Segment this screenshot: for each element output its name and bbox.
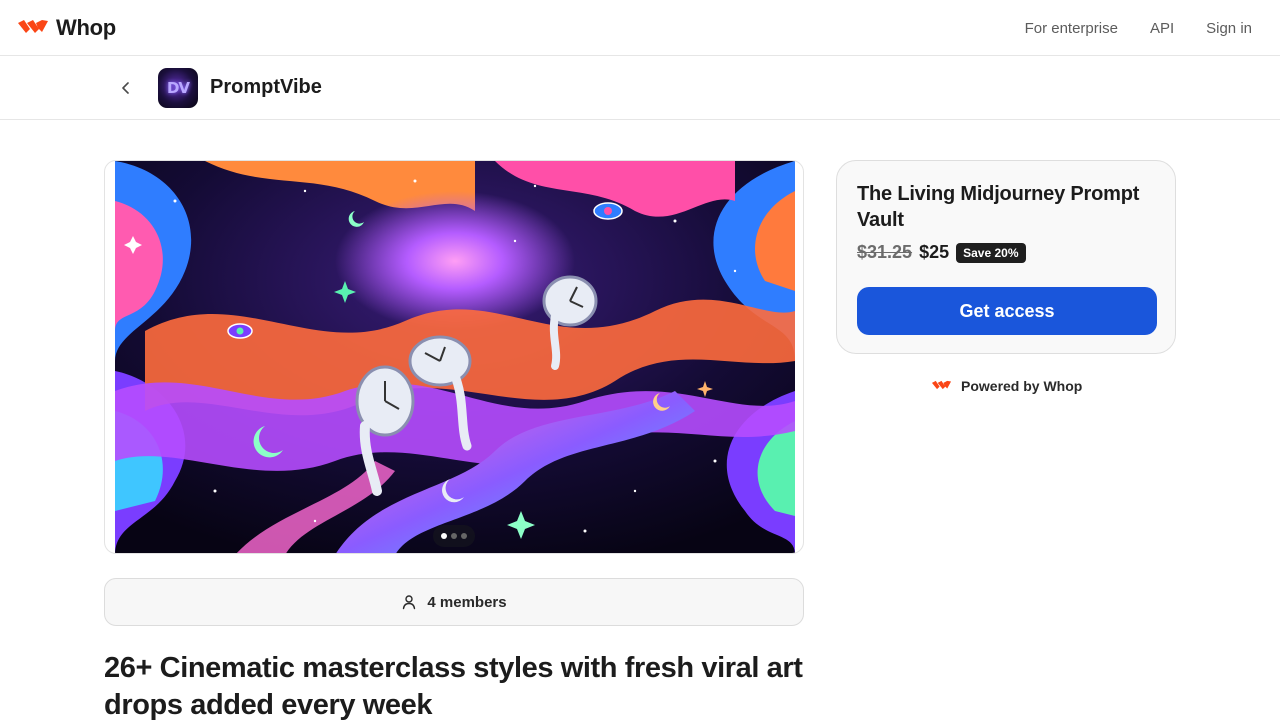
product-card: The Living Midjourney Prompt Vault $31.2… bbox=[836, 160, 1176, 354]
nav-link-api[interactable]: API bbox=[1150, 20, 1174, 37]
product-headline: 26+ Cinematic masterclass styles with fr… bbox=[104, 652, 803, 720]
powered-by-label: Powered by Whop bbox=[961, 378, 1083, 394]
original-price: $31.25 bbox=[857, 242, 913, 262]
current-price: $25 bbox=[919, 242, 950, 262]
nav-link-sign-in[interactable]: Sign in bbox=[1206, 20, 1252, 37]
chevron-left-icon bbox=[122, 82, 129, 94]
members-label: 4 members bbox=[427, 593, 507, 611]
get-access-button[interactable]: Get access bbox=[857, 287, 1157, 335]
price-row: $31.25 $25 Save 20% bbox=[857, 242, 1026, 263]
carousel-dots[interactable] bbox=[433, 525, 475, 547]
brand-name: Whop bbox=[56, 15, 116, 40]
back-button[interactable] bbox=[112, 74, 140, 102]
product-gallery[interactable] bbox=[104, 160, 804, 554]
store-avatar-letters: DV bbox=[166, 79, 190, 97]
members-count: 4 members bbox=[104, 578, 804, 626]
product-title: The Living Midjourney Prompt Vault bbox=[857, 183, 1140, 231]
powered-by-whop[interactable]: Powered by Whop bbox=[930, 378, 1082, 394]
carousel-dot[interactable] bbox=[441, 533, 447, 539]
whop-logo[interactable]: Whop bbox=[16, 14, 116, 42]
store-name[interactable]: PromptVibe bbox=[210, 76, 322, 99]
discount-badge: Save 20% bbox=[956, 242, 1026, 263]
gallery-image bbox=[115, 161, 795, 553]
whop-logo-icon bbox=[931, 380, 952, 390]
store-avatar[interactable]: DV bbox=[158, 68, 198, 108]
nav-link-enterprise[interactable]: For enterprise bbox=[1025, 20, 1118, 37]
user-icon bbox=[403, 595, 416, 610]
top-navbar: Whop For enterprise API Sign in bbox=[0, 0, 1280, 56]
store-header: DV PromptVibe bbox=[0, 56, 1280, 120]
carousel-dot[interactable] bbox=[451, 533, 457, 539]
whop-logo-icon bbox=[18, 20, 48, 33]
top-nav-links: For enterprise API Sign in bbox=[993, 0, 1252, 56]
carousel-dot[interactable] bbox=[461, 533, 467, 539]
